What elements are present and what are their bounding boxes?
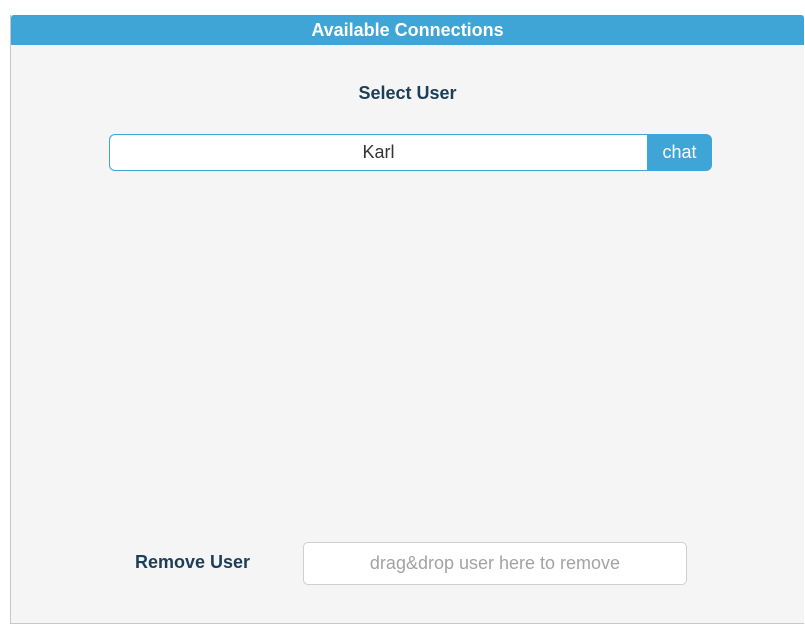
select-user-label: Select User	[358, 83, 457, 103]
selected-user-item[interactable]: Karl	[109, 134, 647, 171]
available-connections-panel: Available Connections Select User Karl c…	[10, 15, 804, 624]
chat-button[interactable]: chat	[647, 134, 712, 171]
remove-user-label: Remove User	[135, 552, 251, 572]
panel-title: Available Connections	[11, 15, 804, 45]
user-select-row: Karl chat	[109, 134, 712, 171]
remove-user-drop-zone[interactable]: drag&drop user here to remove	[303, 542, 687, 585]
